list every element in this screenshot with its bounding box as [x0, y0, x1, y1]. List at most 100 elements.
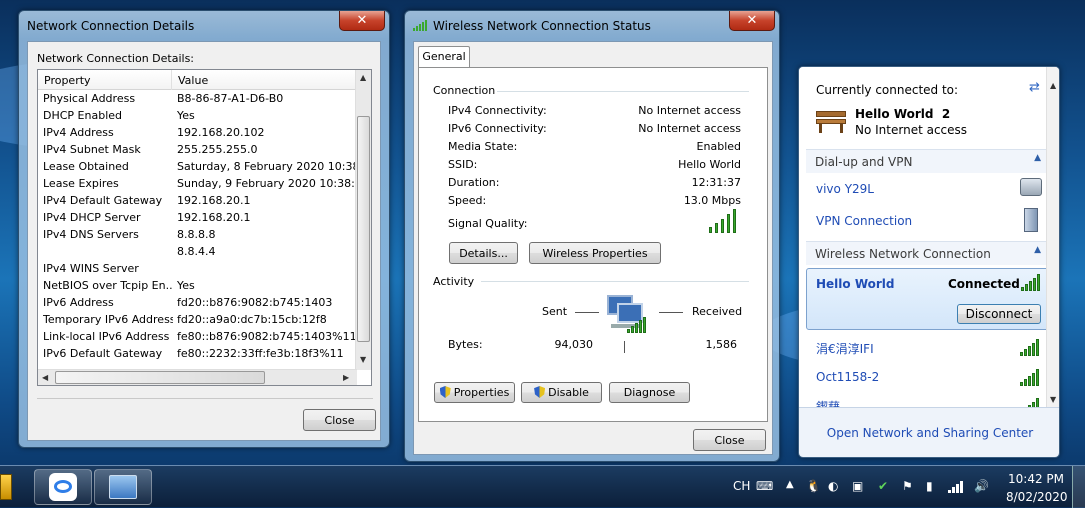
field-label: SSID:: [448, 158, 478, 171]
details-close-button[interactable]: Close: [303, 409, 376, 431]
show-desktop-button[interactable]: [1072, 466, 1085, 508]
volume-icon[interactable]: 🔊: [974, 479, 989, 493]
clock-time[interactable]: 10:42 PM: [1008, 472, 1064, 486]
status-close-x-button[interactable]: ✕: [729, 11, 775, 31]
language-indicator[interactable]: CH: [733, 479, 750, 493]
section-dialup-vpn[interactable]: Dial-up and VPN ▲: [806, 149, 1053, 173]
disconnect-button[interactable]: Disconnect: [957, 304, 1041, 324]
network-item-2[interactable]: Oct1158-2: [806, 365, 1053, 391]
table-row[interactable]: IPv4 DHCP Server 192.168.20.1: [38, 211, 358, 228]
table-row[interactable]: IPv4 WINS Server: [38, 262, 358, 279]
col-divider[interactable]: [171, 70, 172, 90]
power-battery-icon[interactable]: ▮: [926, 479, 933, 493]
sent-line: [575, 312, 599, 313]
details-horizontal-scrollbar[interactable]: ◀ ▶: [38, 369, 357, 385]
details-button[interactable]: Details...: [449, 242, 518, 264]
status-titlebar[interactable]: Wireless Network Connection Status ✕: [405, 11, 779, 39]
row-value: 8.8.4.4: [177, 245, 216, 258]
table-row[interactable]: DHCP Enabled Yes: [38, 109, 358, 126]
row-value: 192.168.20.1: [177, 194, 251, 207]
connection-group-label: Connection: [433, 84, 500, 97]
refresh-icon[interactable]: ⇄: [1029, 80, 1040, 95]
scroll-up-arrow-icon[interactable]: ▲: [1050, 81, 1056, 90]
table-row[interactable]: Lease Obtained Saturday, 8 February 2020 …: [38, 160, 358, 177]
col-header-value[interactable]: Value: [178, 74, 208, 87]
table-row[interactable]: IPv4 DNS Servers 8.8.8.8: [38, 228, 358, 245]
field-value: No Internet access: [638, 104, 741, 117]
details-list[interactable]: Property Value Physical Address B8-86-87-…: [37, 69, 372, 386]
taskbar-app-baidu[interactable]: [34, 469, 92, 505]
collapse-chevron-icon[interactable]: ▲: [1034, 245, 1041, 255]
received-label: Received: [692, 305, 743, 318]
row-value: fd20::a9a0:dc7b:15cb:12f8: [177, 313, 327, 326]
taskbar: CH ⌨ ▲ 🐧 ◐ ▣ ✔ ⚑ ▮ 🔊 10:42 PM 8/02/2020: [0, 465, 1085, 508]
taskbar-app-control-panel[interactable]: [94, 469, 152, 505]
disable-button[interactable]: Disable: [521, 382, 602, 403]
network-control-icon: [109, 475, 137, 499]
table-row[interactable]: 8.8.4.4: [38, 245, 358, 262]
table-row[interactable]: IPv4 Address 192.168.20.102: [38, 126, 358, 143]
dialup-item-vivo[interactable]: vivo Y29L: [806, 175, 1053, 203]
open-network-sharing-center-link[interactable]: Open Network and Sharing Center: [799, 426, 1059, 440]
row-value: 192.168.20.1: [177, 211, 251, 224]
scroll-down-arrow-icon[interactable]: ▼: [360, 355, 366, 364]
scroll-up-arrow-icon[interactable]: ▲: [360, 73, 366, 82]
details-close-x-button[interactable]: ✕: [339, 11, 385, 31]
selected-network-name: Hello World: [816, 277, 895, 291]
tray-expand-icon[interactable]: ▲: [786, 479, 794, 490]
wireless-properties-button[interactable]: Wireless Properties: [529, 242, 661, 264]
details-vertical-scrollbar[interactable]: ▲ ▼: [355, 70, 371, 370]
table-row[interactable]: Temporary IPv6 Address fd20::a9a0:dc7b:15…: [38, 313, 358, 330]
scroll-right-arrow-icon[interactable]: ▶: [343, 373, 349, 382]
clock-date[interactable]: 8/02/2020: [1006, 490, 1068, 504]
network-computers-icon: [605, 293, 649, 337]
flyout-scrollbar[interactable]: ▲ ▼: [1046, 67, 1059, 407]
table-row[interactable]: IPv4 Default Gateway 192.168.20.1: [38, 194, 358, 211]
network-item-3[interactable]: 鍥藉: [806, 395, 1053, 407]
section-wireless[interactable]: Wireless Network Connection ▲: [806, 241, 1053, 265]
bytes-sent-value: 94,030: [554, 338, 594, 351]
row-property: Lease Obtained: [43, 160, 129, 173]
properties-button[interactable]: Properties: [434, 382, 515, 403]
wechat-icon[interactable]: ◐: [828, 479, 838, 493]
tab-general[interactable]: General: [418, 46, 470, 68]
col-header-property[interactable]: Property: [44, 74, 91, 87]
selected-network-item[interactable]: Hello World Connected Disconnect: [806, 268, 1053, 330]
flyout-footer-divider: [799, 407, 1059, 408]
current-network-name: Hello World 2: [855, 107, 951, 121]
table-row[interactable]: IPv4 Subnet Mask 255.255.255.0: [38, 143, 358, 160]
status-window-title: Wireless Network Connection Status: [433, 19, 651, 33]
chat-icon[interactable]: ▣: [852, 479, 863, 493]
row-value: 8.8.8.8: [177, 228, 216, 241]
details-titlebar[interactable]: Network Connection Details ✕: [19, 11, 389, 39]
tray-wireless-icon[interactable]: [948, 479, 966, 493]
horizontal-scroll-thumb[interactable]: [55, 371, 265, 384]
status-window: Wireless Network Connection Status ✕ Gen…: [404, 10, 780, 462]
scroll-left-arrow-icon[interactable]: ◀: [42, 373, 48, 382]
vertical-scroll-thumb[interactable]: [357, 116, 370, 342]
table-row[interactable]: Lease Expires Sunday, 9 February 2020 10:…: [38, 177, 358, 194]
table-row[interactable]: IPv6 Address fd20::b876:9082:b745:1403: [38, 296, 358, 313]
action-center-flag-icon[interactable]: ⚑: [902, 479, 913, 493]
vpn-server-icon: [1024, 208, 1038, 232]
sent-label: Sent: [542, 305, 568, 318]
security-check-icon[interactable]: ✔: [878, 479, 888, 493]
received-line: [659, 312, 683, 313]
keyboard-icon[interactable]: ⌨: [756, 479, 773, 493]
row-property: Lease Expires: [43, 177, 119, 190]
network-item-1[interactable]: 涓€涓淳IFI: [806, 335, 1053, 361]
qq-penguin-icon[interactable]: 🐧: [806, 479, 821, 493]
scroll-down-arrow-icon[interactable]: ▼: [1050, 395, 1056, 404]
diagnose-button[interactable]: Diagnose: [609, 382, 690, 403]
pinned-app-icon[interactable]: [0, 474, 12, 500]
collapse-chevron-icon[interactable]: ▲: [1034, 153, 1041, 163]
status-close-button[interactable]: Close: [693, 429, 766, 451]
row-property: Temporary IPv6 Address: [43, 313, 173, 326]
table-row[interactable]: IPv6 Default Gateway fe80::2232:33ff:fe3b…: [38, 347, 358, 364]
table-row[interactable]: Link-local IPv6 Address fe80::b876:9082:b…: [38, 330, 358, 347]
field-label: Media State:: [448, 140, 518, 153]
table-row[interactable]: Physical Address B8-86-87-A1-D6-B0: [38, 92, 358, 109]
dialup-item-vpn[interactable]: VPN Connection: [806, 207, 1053, 235]
signal-quality-icon: [709, 209, 741, 233]
table-row[interactable]: NetBIOS over Tcpip En... Yes: [38, 279, 358, 296]
